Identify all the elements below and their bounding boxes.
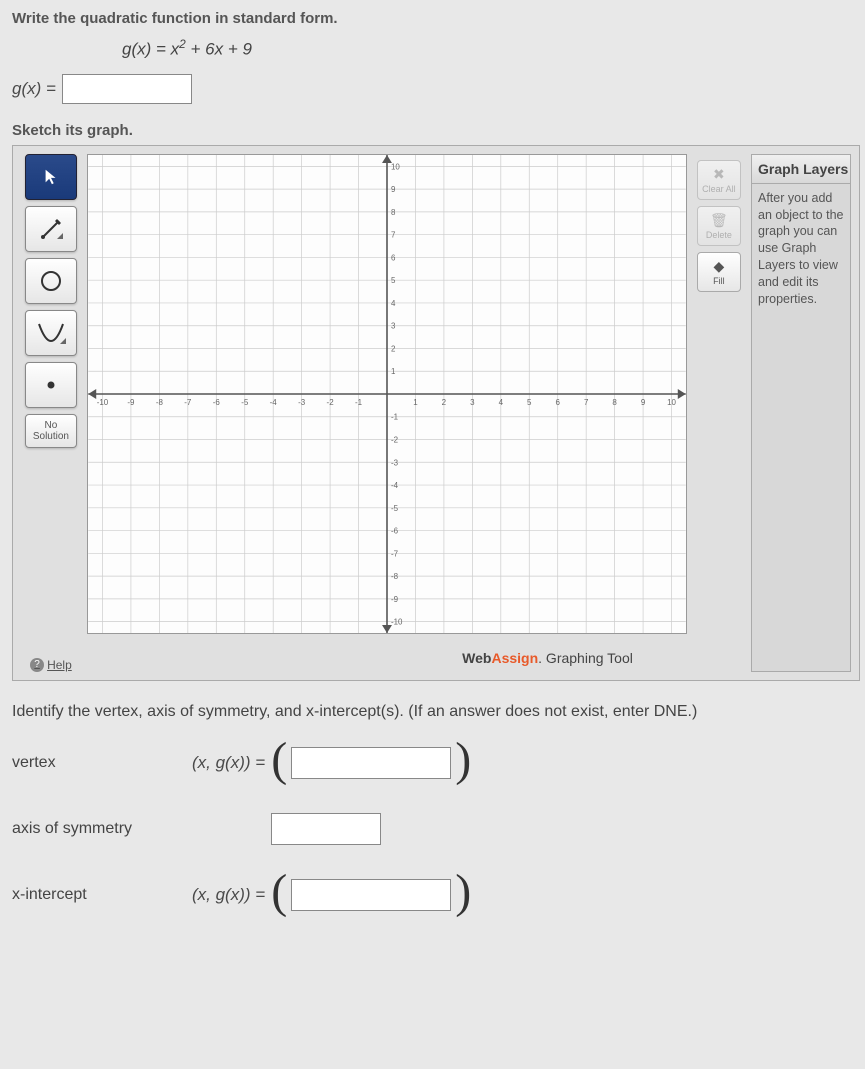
delete-button[interactable]: 🗑 Delete [697,206,741,246]
svg-text:1: 1 [391,367,396,376]
clear-all-button[interactable]: ✖ Clear All [697,160,741,200]
fill-button[interactable]: ◆ Fill [697,252,741,292]
left-paren: ( [271,875,287,909]
svg-text:-8: -8 [391,572,399,581]
graphing-tool-panel: No Solution ? Help -10-9-8-7-6-5-4-3-2-1… [12,145,860,681]
svg-text:-5: -5 [241,398,249,407]
circle-icon [38,268,64,294]
svg-text:7: 7 [391,230,396,239]
svg-text:-7: -7 [184,398,192,407]
line-icon [39,217,63,241]
svg-text:-5: -5 [391,503,399,512]
svg-text:-1: -1 [355,398,363,407]
answer-row: g(x) = [12,74,853,104]
graph-layers-body: After you add an object to the graph you… [752,184,850,314]
close-icon: ✖ [713,166,725,183]
svg-text:-2: -2 [326,398,334,407]
xintercept-expression: (x, g(x)) = [192,885,265,905]
svg-text:6: 6 [391,253,396,262]
svg-text:4: 4 [498,398,503,407]
svg-text:3: 3 [391,321,396,330]
svg-text:7: 7 [584,398,589,407]
svg-text:5: 5 [527,398,532,407]
xintercept-input[interactable] [291,879,451,911]
question-prompt: Write the quadratic function in standard… [12,10,853,27]
vertex-label: vertex [12,754,192,772]
svg-text:-4: -4 [391,481,399,490]
point-icon [41,375,61,395]
parabola-tool-button[interactable] [25,310,77,356]
xintercept-row: x-intercept (x, g(x)) = ( ) [12,867,853,923]
svg-text:6: 6 [555,398,560,407]
line-tool-button[interactable] [25,206,77,252]
trash-icon: 🗑 [710,212,728,229]
svg-text:8: 8 [612,398,617,407]
help-link[interactable]: ? Help [30,658,72,672]
identify-prompt: Identify the vertex, axis of symmetry, a… [12,703,853,721]
given-equation: g(x) = x2 + 6x + 9 [122,37,853,60]
svg-text:2: 2 [442,398,447,407]
svg-text:4: 4 [391,299,396,308]
sketch-prompt: Sketch its graph. [12,122,853,139]
svg-text:-8: -8 [156,398,164,407]
fill-icon: ◆ [714,258,725,275]
svg-text:2: 2 [391,344,396,353]
vertex-expression: (x, g(x)) = [192,753,265,773]
svg-text:-10: -10 [391,617,403,626]
vertex-row: vertex (x, g(x)) = ( ) [12,735,853,791]
circle-tool-button[interactable] [25,258,77,304]
answer-lhs: g(x) = [12,79,56,99]
point-tool-button[interactable] [25,362,77,408]
svg-text:5: 5 [391,276,396,285]
svg-text:-6: -6 [391,526,399,535]
pointer-icon [42,168,60,186]
parabola-icon [36,320,66,346]
help-icon: ? [30,658,44,672]
svg-text:3: 3 [470,398,475,407]
svg-text:9: 9 [641,398,646,407]
vertex-input[interactable] [291,747,451,779]
no-solution-button[interactable]: No Solution [25,414,77,448]
svg-text:-4: -4 [270,398,278,407]
svg-text:-3: -3 [391,458,399,467]
svg-text:-6: -6 [213,398,221,407]
svg-text:9: 9 [391,185,396,194]
left-paren: ( [271,743,287,777]
graph-layers-title: Graph Layers [752,155,850,184]
svg-text:-9: -9 [127,398,135,407]
axis-of-symmetry-input[interactable] [271,813,381,845]
axis-label: axis of symmetry [12,820,192,838]
xintercept-label: x-intercept [12,886,192,904]
svg-text:10: 10 [667,398,676,407]
pointer-tool-button[interactable] [25,154,77,200]
svg-text:-7: -7 [391,549,399,558]
graph-canvas[interactable]: -10 -9 -8 -7 -6 -5 -4 -3 -2 -1 1 2 3 4 5 6 7 8 9 10 -10 -9 -8 -… [87,154,687,634]
svg-text:-9: -9 [391,595,399,604]
axis-row: axis of symmetry (x, g(x)) = [12,801,853,857]
svg-text:-10: -10 [97,398,109,407]
graph-toolbar: No Solution ? Help [21,154,81,672]
svg-text:8: 8 [391,208,396,217]
graph-side-tools: ✖ Clear All 🗑 Delete ◆ Fill [693,154,745,672]
svg-text:-3: -3 [298,398,306,407]
right-paren: ) [455,875,471,909]
svg-text:-2: -2 [391,435,399,444]
svg-text:10: 10 [391,162,400,171]
webassign-brand: WebAssign. Graphing Tool [462,650,633,666]
svg-text:-1: -1 [391,412,399,421]
standard-form-input[interactable] [62,74,192,104]
right-paren: ) [455,743,471,777]
svg-text:1: 1 [413,398,418,407]
graph-layers-panel: Graph Layers After you add an object to … [751,154,851,672]
